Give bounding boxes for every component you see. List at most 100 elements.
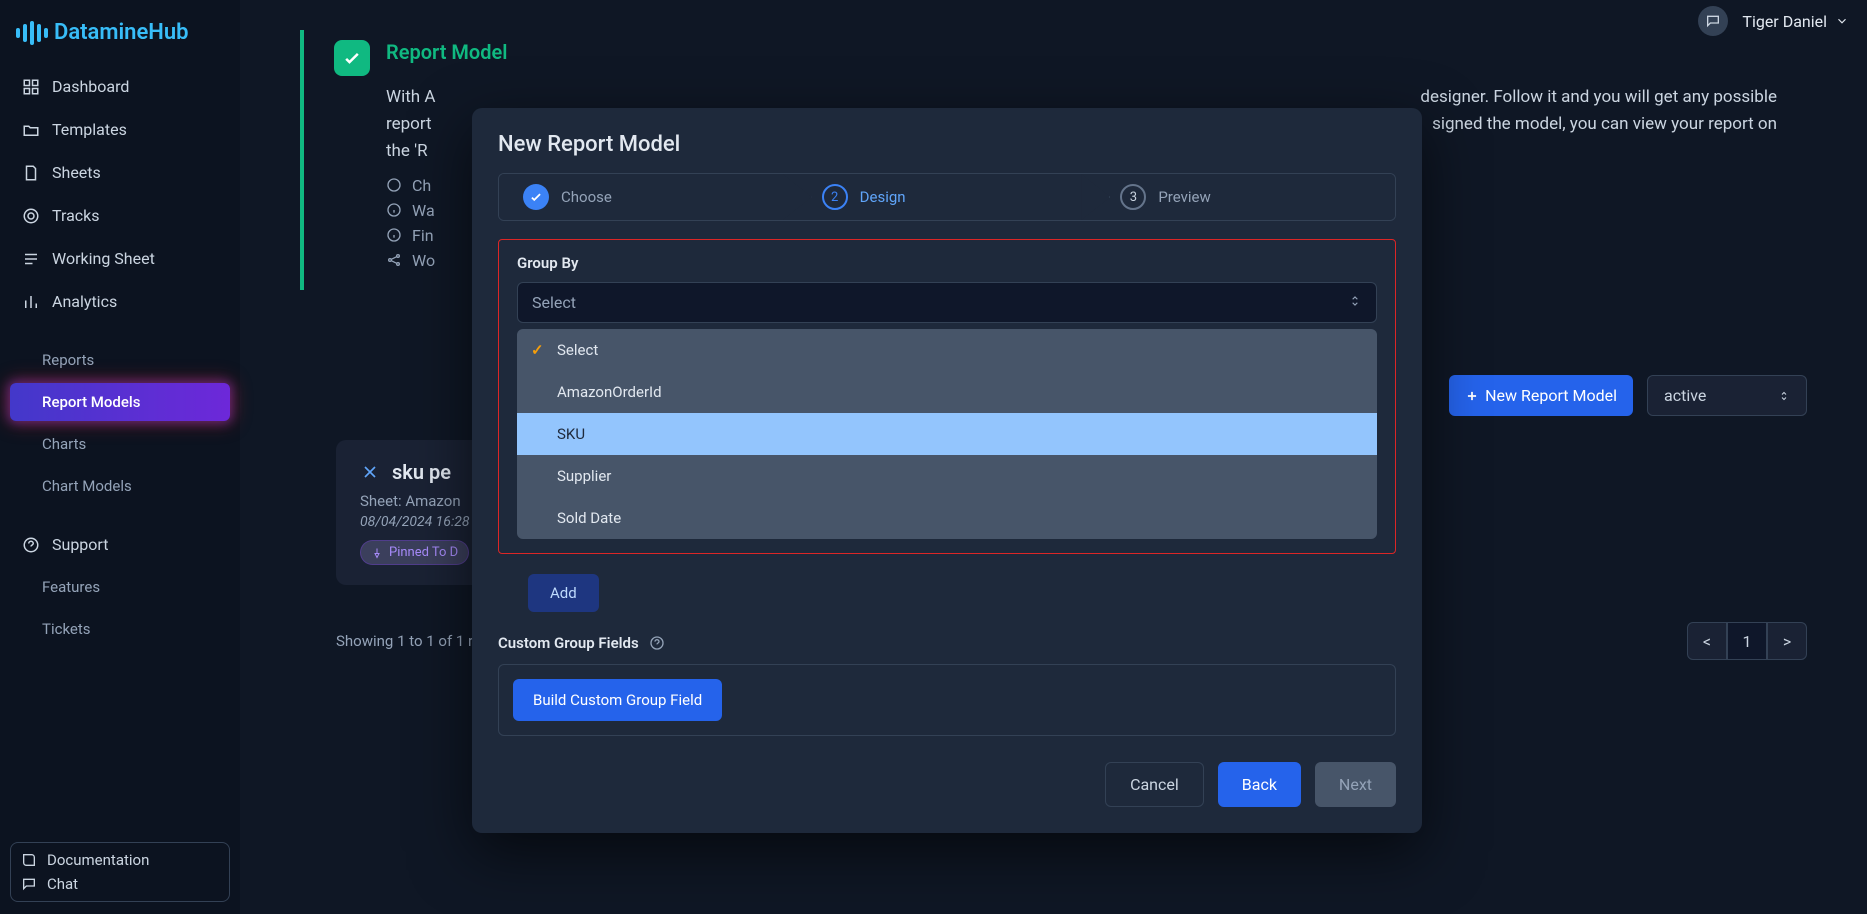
select-value: active: [1664, 386, 1706, 405]
card-text: report: [386, 111, 432, 138]
dropdown-option-sold-date[interactable]: Sold Date: [517, 497, 1377, 539]
step-badge: 3: [1120, 184, 1146, 210]
new-report-model-modal: New Report Model Choose 2 Design 3 Previ…: [472, 108, 1422, 833]
pager-next[interactable]: >: [1767, 622, 1807, 660]
next-button[interactable]: Next: [1315, 762, 1396, 807]
sidebar-item-chart-models[interactable]: Chart Models: [10, 467, 230, 505]
model-title: sku pe: [392, 460, 451, 484]
sidebar-item-report-models[interactable]: Report Models: [10, 383, 230, 421]
pager: < 1 >: [1687, 622, 1807, 660]
step-preview[interactable]: 3 Preview: [1096, 174, 1395, 220]
custom-label: Custom Group Fields: [498, 634, 639, 652]
sidebar-item-reports[interactable]: Reports: [10, 341, 230, 379]
sidebar-item-label: Reports: [42, 351, 94, 369]
pager-prev[interactable]: <: [1687, 622, 1727, 660]
file-icon: [22, 164, 40, 182]
design-icon: [360, 462, 380, 482]
app-logo[interactable]: DatamineHub: [10, 12, 230, 63]
target-icon: [22, 207, 40, 225]
sidebar: DatamineHub Dashboard Templates Sheets T…: [0, 0, 240, 914]
sidebar-item-features[interactable]: Features: [10, 568, 230, 606]
chevrons-icon: [1348, 293, 1362, 312]
sidebar-item-label: Working Sheet: [52, 249, 155, 268]
step-label: Design: [860, 188, 906, 206]
pager-page[interactable]: 1: [1727, 622, 1767, 660]
doc-box: Documentation Chat: [10, 842, 230, 902]
folder-icon: [22, 121, 40, 139]
group-by-label: Group By: [499, 254, 1395, 282]
chat-icon: [21, 876, 37, 892]
dropdown-option-sku[interactable]: SKU: [517, 413, 1377, 455]
chevrons-icon: [1778, 390, 1790, 402]
help-icon: [22, 536, 40, 554]
button-label: New Report Model: [1485, 386, 1617, 405]
sidebar-item-label: Support: [52, 535, 108, 554]
help-icon[interactable]: [649, 635, 665, 651]
modal-title: New Report Model: [498, 132, 1396, 157]
check-icon: [342, 48, 362, 68]
results-text: Showing 1 to 1 of 1 re: [336, 632, 481, 650]
stepper: Choose 2 Design 3 Preview: [498, 173, 1396, 221]
sidebar-item-label: Charts: [42, 435, 86, 453]
sidebar-item-charts[interactable]: Charts: [10, 425, 230, 463]
group-by-dropdown: Select AmazonOrderId SKU Supplier Sold D…: [517, 329, 1377, 539]
card-text: With A: [386, 84, 435, 111]
group-by-section: Group By Select Select AmazonOrderId SKU…: [498, 239, 1396, 554]
sidebar-item-label: Analytics: [52, 292, 117, 311]
chat-link[interactable]: Chat: [21, 875, 219, 893]
back-button[interactable]: Back: [1218, 762, 1301, 807]
book-icon: [21, 852, 37, 868]
step-badge: [523, 184, 549, 210]
modal-footer: Cancel Back Next: [498, 762, 1396, 807]
dropdown-option-select[interactable]: Select: [517, 329, 1377, 371]
bar-chart-icon: [22, 293, 40, 311]
app-name: DatamineHub: [54, 20, 189, 45]
card-text: signed the model, you can view your repo…: [1432, 111, 1777, 138]
step-badge: 2: [822, 184, 848, 210]
build-custom-group-button[interactable]: Build Custom Group Field: [513, 679, 722, 721]
documentation-link[interactable]: Documentation: [21, 851, 219, 869]
sidebar-item-tracks[interactable]: Tracks: [10, 196, 230, 235]
dropdown-option-amazonorderid[interactable]: AmazonOrderId: [517, 371, 1377, 413]
sidebar-item-tickets[interactable]: Tickets: [10, 610, 230, 648]
toolbar: New Report Model active: [1449, 375, 1807, 416]
new-report-model-button[interactable]: New Report Model: [1449, 375, 1633, 416]
status-filter-select[interactable]: active: [1647, 375, 1807, 416]
step-label: Preview: [1158, 188, 1210, 206]
pinned-badge: Pinned To D: [360, 540, 469, 565]
sidebar-item-dashboard[interactable]: Dashboard: [10, 67, 230, 106]
step-choose[interactable]: Choose: [499, 174, 798, 220]
pin-icon: [371, 547, 383, 559]
check-badge: [334, 40, 370, 76]
sidebar-item-support[interactable]: Support: [10, 525, 230, 564]
step-design[interactable]: 2 Design: [798, 174, 1097, 220]
step-label: Choose: [561, 188, 612, 206]
cancel-button[interactable]: Cancel: [1105, 762, 1204, 807]
sidebar-item-label: Chart Models: [42, 477, 132, 495]
info-icon: [386, 227, 402, 243]
check-icon: [529, 190, 543, 204]
list-icon: [22, 250, 40, 268]
add-button[interactable]: Add: [528, 574, 599, 612]
badge-label: Pinned To D: [389, 545, 458, 560]
sidebar-item-sheets[interactable]: Sheets: [10, 153, 230, 192]
sidebar-item-label: Tickets: [42, 620, 91, 638]
plus-icon: [1465, 389, 1479, 403]
group-by-select[interactable]: Select: [517, 282, 1377, 323]
grid-icon: [22, 78, 40, 96]
sidebar-item-label: Tracks: [52, 206, 100, 225]
dropdown-option-supplier[interactable]: Supplier: [517, 455, 1377, 497]
help-icon: [386, 177, 402, 193]
chat-label: Chat: [47, 875, 78, 893]
sidebar-item-label: Sheets: [52, 163, 101, 182]
sidebar-item-label: Features: [42, 578, 100, 596]
custom-box: Build Custom Group Field: [498, 664, 1396, 736]
logo-bars-icon: [16, 21, 48, 45]
info-icon: [386, 202, 402, 218]
sidebar-item-working-sheet[interactable]: Working Sheet: [10, 239, 230, 278]
sidebar-item-analytics[interactable]: Analytics: [10, 282, 230, 321]
sidebar-item-label: Report Models: [42, 393, 140, 411]
sidebar-item-templates[interactable]: Templates: [10, 110, 230, 149]
custom-group-section: Custom Group Fields Build Custom Group F…: [498, 634, 1396, 736]
doc-label: Documentation: [47, 851, 149, 869]
